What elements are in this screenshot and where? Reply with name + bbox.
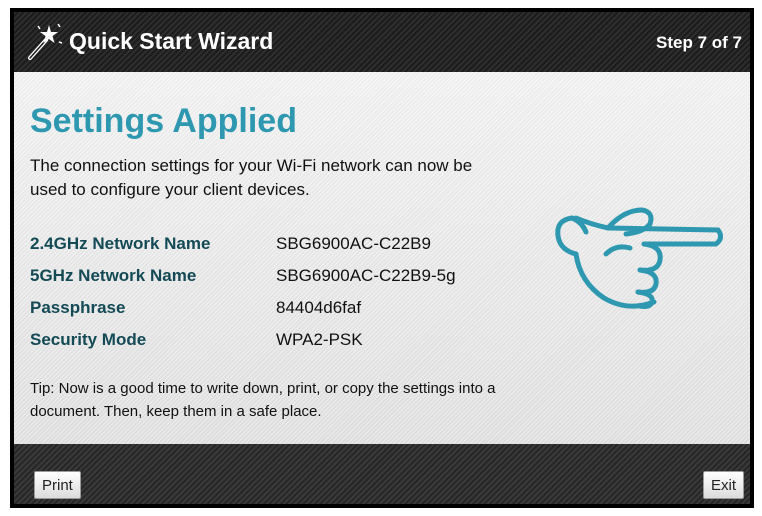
setting-label: Passphrase [30,298,126,317]
setting-value: SBG6900AC-C22B9 [276,234,431,253]
button-bar: Print Exit [14,444,750,504]
exit-button[interactable]: Exit [702,471,744,499]
wizard-title: Quick Start Wizard [69,28,274,54]
setting-value: WPA2-PSK [276,330,363,349]
magic-wand-icon [24,22,64,62]
tip-text: Tip: Now is a good time to write down, p… [30,380,496,420]
title-bar: Quick Start Wizard Step 7 of 7 [14,12,750,72]
wizard-window: Quick Start Wizard Step 7 of 7 Settings … [10,8,754,508]
content-panel: Settings Applied The connection settings… [14,72,750,444]
intro-text: The connection settings for your Wi-Fi n… [30,156,473,199]
print-button[interactable]: Print [34,471,81,499]
setting-value: SBG6900AC-C22B9-5g [276,266,456,285]
setting-row-24ghz-network-name: 2.4GHz Network Name SBG6900AC-C22B9 [30,228,456,260]
setting-row-5ghz-network-name: 5GHz Network Name SBG6900AC-C22B9-5g [30,260,456,292]
setting-label: 2.4GHz Network Name [30,234,211,253]
setting-value: 84404d6faf [276,298,362,317]
setting-row-passphrase: Passphrase 84404d6faf [30,292,456,324]
setting-label: Security Mode [30,330,147,349]
step-indicator: Step 7 of 7 [656,33,742,52]
setting-row-security-mode: Security Mode WPA2-PSK [30,324,456,356]
page-title: Settings Applied [30,102,297,140]
pointing-hand-icon [546,198,726,318]
settings-list: 2.4GHz Network Name SBG6900AC-C22B9 5GHz… [30,228,456,356]
setting-label: 5GHz Network Name [30,266,197,285]
